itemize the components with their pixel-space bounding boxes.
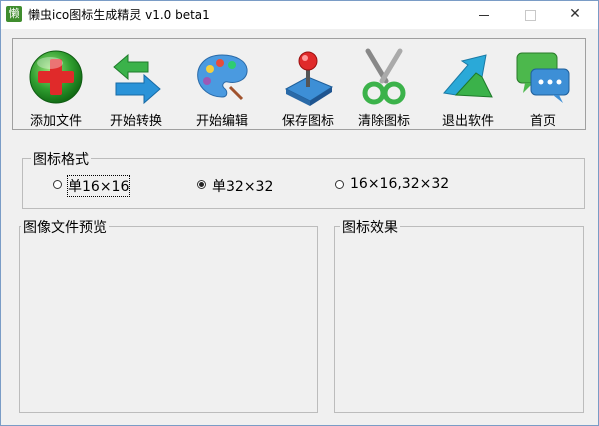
toolbar: 添加文件 开始转换 开始编辑 保存图标 清除图标 退出软件 首页: [12, 38, 586, 130]
app-window: 懒 懒虫ico图标生成精灵 v1.0 beta1 ✕ 添加文件 开始转换 开始编…: [0, 0, 599, 426]
image-preview-group: 图像文件预览: [19, 217, 318, 413]
home-chat-icon: [516, 52, 570, 103]
convert-label: 开始转换: [109, 114, 162, 129]
convert-button[interactable]: 开始转换: [97, 47, 175, 129]
radio-both[interactable]: 16×16,32×32: [335, 176, 475, 196]
title-bar[interactable]: 懒 懒虫ico图标生成精灵 v1.0 beta1 ✕: [1, 1, 598, 29]
icon-effect-group: 图标效果: [334, 217, 584, 413]
maximize-icon: [525, 10, 536, 21]
exit-label: 退出软件: [441, 114, 494, 129]
close-icon: ✕: [569, 6, 581, 22]
window-title: 懒虫ico图标生成精灵 v1.0 beta1: [28, 8, 210, 22]
minimize-button[interactable]: [461, 1, 507, 29]
save-icon-button[interactable]: 保存图标: [269, 47, 347, 129]
radio-both-label: 16×16,32×32: [350, 176, 450, 192]
save-icon-label: 保存图标: [281, 114, 334, 129]
save-joystick-icon: [284, 51, 334, 106]
radio-both-circle[interactable]: [335, 180, 344, 189]
edit-label: 开始编辑: [195, 114, 248, 129]
home-label: 首页: [529, 114, 556, 129]
icon-format-title: 图标格式: [31, 149, 91, 169]
maximize-button[interactable]: [507, 1, 553, 29]
minimize-icon: [479, 15, 489, 16]
home-button[interactable]: 首页: [504, 47, 582, 129]
exit-button[interactable]: 退出软件: [429, 47, 507, 129]
add-file-button[interactable]: 添加文件: [17, 47, 95, 129]
icon-effect-title: 图标效果: [340, 217, 400, 237]
add-file-label: 添加文件: [29, 114, 82, 129]
icon-format-group: 图标格式 单16×16 单32×32 16×16,32×32: [22, 149, 585, 209]
clear-icon-label: 清除图标: [357, 114, 410, 129]
edit-palette-icon: [197, 54, 248, 101]
convert-icon: [113, 53, 161, 105]
clear-icon-button[interactable]: 清除图标: [345, 47, 423, 129]
app-logo-icon: 懒: [6, 6, 22, 22]
radio-32x32-circle[interactable]: [197, 180, 206, 189]
edit-button[interactable]: 开始编辑: [183, 47, 261, 129]
exit-arrow-icon: [443, 54, 493, 98]
radio-16x16-circle[interactable]: [53, 180, 62, 189]
radio-16x16-label: 单16×16: [66, 175, 131, 197]
radio-32x32[interactable]: 单32×32: [197, 176, 307, 196]
image-preview-title: 图像文件预览: [21, 217, 109, 237]
scissors-icon: [362, 48, 406, 105]
add-file-icon: [29, 50, 83, 104]
radio-32x32-label: 单32×32: [212, 179, 274, 195]
radio-16x16[interactable]: 单16×16: [53, 175, 163, 197]
close-button[interactable]: ✕: [552, 1, 598, 29]
